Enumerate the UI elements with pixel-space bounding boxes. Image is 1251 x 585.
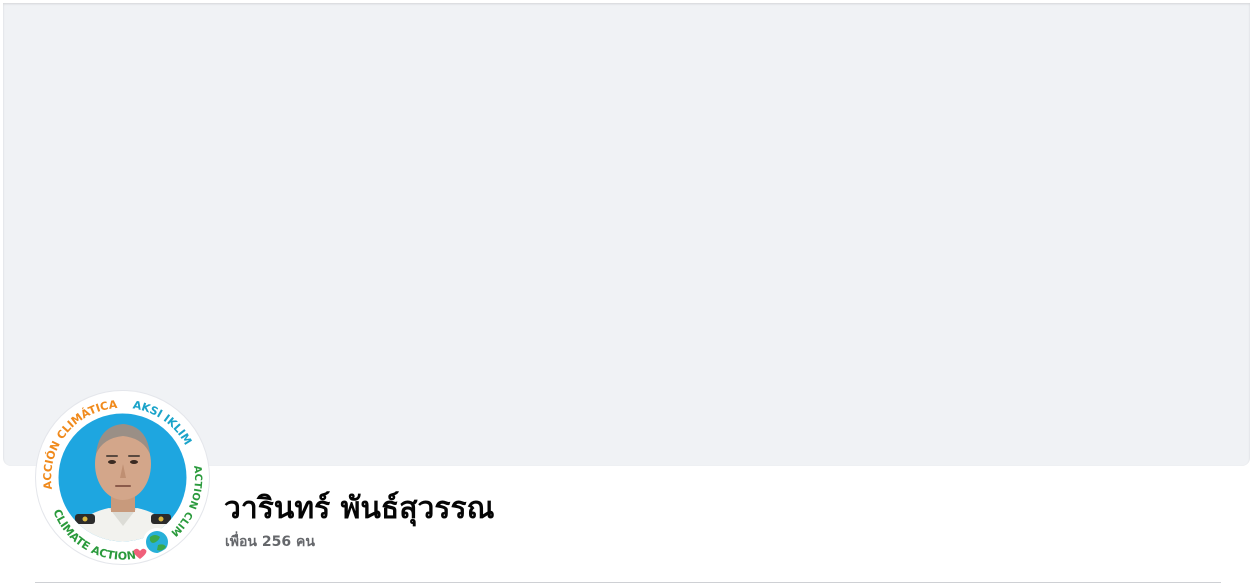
friends-count-link[interactable]: เพื่อน 256 คน — [225, 532, 315, 552]
cover-photo[interactable] — [3, 3, 1250, 466]
profile-name[interactable]: วารินทร์ พันธ์สุวรรณ — [224, 489, 494, 529]
profile-picture[interactable]: ACCIÓN CLIMÁTICA AKSI IKLIM ACTION CLIMA… — [36, 391, 209, 564]
earth-icon — [143, 528, 171, 556]
divider — [35, 582, 1221, 583]
profile-page: ACCIÓN CLIMÁTICA AKSI IKLIM ACTION CLIMA… — [0, 0, 1251, 585]
profile-photo-icon: ACCIÓN CLIMÁTICA AKSI IKLIM ACTION CLIMA… — [39, 394, 206, 561]
